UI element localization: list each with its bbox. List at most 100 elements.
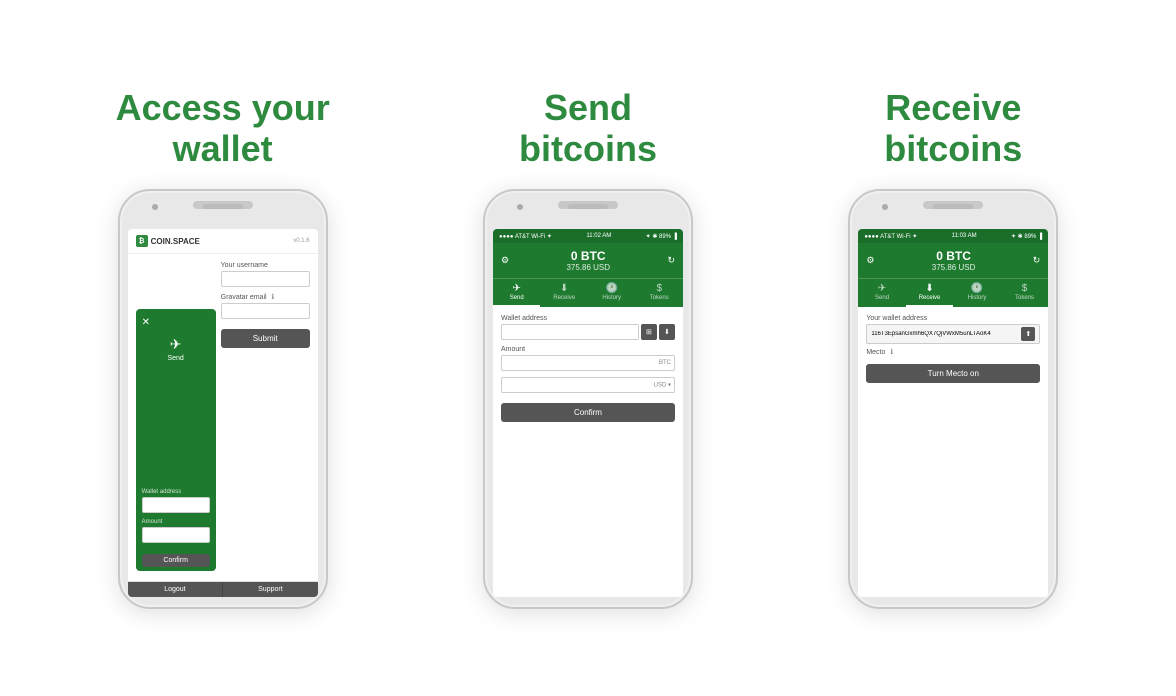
sidebar-amount-input[interactable]	[142, 527, 210, 543]
sidebar-wallet-input[interactable]	[142, 497, 210, 513]
p3-battery-text: ✦ ✱ 89% ▐	[1011, 233, 1042, 240]
paste-address-button[interactable]: ⬇	[659, 324, 675, 340]
history-tab-icon: 🕐	[606, 283, 618, 294]
send-tab-icon: ✈	[513, 283, 521, 294]
phone1-app-content: Your username Gravatar email ℹ Submit	[213, 254, 318, 581]
section-title-receive: Receive bitcoins	[884, 87, 1022, 170]
phone-receive: ●●●● AT&T Wi-Fi ✦ 11:03 AM ✦ ✱ 89% ▐ ⚙ 0…	[848, 189, 1058, 609]
mecto-label: Mecto ℹ	[866, 348, 1040, 356]
coin-logo-icon: ₿	[136, 235, 148, 247]
wallet-address-display: 116T3EpsanGxmh6QX7QjVWxM5unLTAoK4 ⬆	[866, 324, 1040, 344]
receive-tab-icon: ⬇	[560, 283, 568, 294]
p3-tab-tokens[interactable]: $ Tokens	[1001, 279, 1049, 307]
p3-settings-icon[interactable]: ⚙	[866, 255, 874, 266]
usd-amount-input[interactable]	[501, 377, 675, 393]
p3-tokens-tab-icon: $	[1022, 283, 1028, 294]
p3-tab-history[interactable]: 🕐 History	[953, 279, 1001, 307]
sidebar-send-item[interactable]: ✈ Send	[167, 336, 183, 362]
confirm-button[interactable]: Confirm	[501, 403, 675, 422]
page-wrapper: Access your wallet ₿ COIN.SPACE v0.1.6	[0, 0, 1176, 696]
coin-logo-text: COIN.SPACE	[151, 237, 200, 246]
usd-label: USD ▾	[654, 382, 671, 389]
submit-button[interactable]: Submit	[221, 329, 310, 348]
send-nav-icon: ✈	[170, 336, 182, 353]
p3-receive-tab-icon: ⬇	[925, 283, 933, 294]
gravatar-label: Gravatar email ℹ	[221, 293, 310, 301]
p3-time-text: 11:03 AM	[952, 233, 977, 239]
phone1-bottom-bar: Logout Support	[128, 581, 318, 597]
sidebar-panel: ✕ ✈ Send Wallet address Amount Conf	[136, 309, 216, 571]
p3-send-tab-icon: ✈	[878, 283, 886, 294]
phone-inner-receive: ●●●● AT&T Wi-Fi ✦ 11:03 AM ✦ ✱ 89% ▐ ⚙ 0…	[858, 229, 1048, 597]
phone-send: ●●●● AT&T Wi-Fi ✦ 11:02 AM ✦ ✱ 89% ▐ ⚙ 0…	[483, 189, 693, 609]
tab-history[interactable]: 🕐 History	[588, 279, 636, 307]
battery-text: ✦ ✱ 89% ▐	[646, 233, 677, 240]
p3-balance-btc: 0 BTC	[874, 249, 1032, 263]
phone1-header: ₿ COIN.SPACE v0.1.6	[128, 229, 318, 254]
tab-receive[interactable]: ⬇ Receive	[540, 279, 588, 307]
your-wallet-label: Your wallet address	[866, 315, 1040, 322]
p3-balance-usd: 375.86 USD	[874, 263, 1032, 272]
phone2-speaker	[568, 204, 608, 209]
coin-logo: ₿ COIN.SPACE	[136, 235, 200, 247]
receive-tab-label: Receive	[553, 295, 575, 301]
btc-amount-row: BTC	[501, 355, 675, 371]
qr-scan-button[interactable]: ⊞	[641, 324, 657, 340]
section-title-send: Send bitcoins	[519, 87, 657, 170]
settings-icon[interactable]: ⚙	[501, 255, 509, 266]
phone-wallet: ₿ COIN.SPACE v0.1.6 Your username Gravat…	[118, 189, 328, 609]
phone3-nav-tabs: ✈ Send ⬇ Receive 🕐 History $ Tokens	[858, 278, 1048, 307]
phone3-status-bar: ●●●● AT&T Wi-Fi ✦ 11:03 AM ✦ ✱ 89% ▐	[858, 229, 1048, 243]
section-send: Send bitcoins ●●●● AT&T Wi-Fi ✦ 11:02 AM…	[428, 87, 748, 610]
username-input[interactable]	[221, 271, 310, 287]
carrier-text: ●●●● AT&T Wi-Fi ✦	[499, 233, 552, 240]
sidebar-close-icon[interactable]: ✕	[136, 317, 150, 328]
usd-amount-row: USD ▾	[501, 377, 675, 393]
wallet-address-label-p2: Wallet address	[501, 315, 675, 322]
balance-btc: 0 BTC	[509, 249, 667, 263]
phone-speaker	[203, 204, 243, 209]
version-text: v0.1.6	[293, 238, 309, 244]
support-button[interactable]: Support	[223, 582, 318, 597]
phone2-app-content: Wallet address ⊞ ⬇ Amount BTC USD ▾	[493, 307, 683, 597]
mecto-help-icon: ℹ	[890, 349, 893, 356]
section-wallet: Access your wallet ₿ COIN.SPACE v0.1.6	[63, 87, 383, 610]
send-tab-label: Send	[510, 295, 524, 301]
phone2-status-bar: ●●●● AT&T Wi-Fi ✦ 11:02 AM ✦ ✱ 89% ▐	[493, 229, 683, 243]
phone2-nav-tabs: ✈ Send ⬇ Receive 🕐 History $ Tokens	[493, 278, 683, 307]
wallet-address-value: 116T3EpsanGxmh6QX7QjVWxM5unLTAoK4	[871, 331, 1019, 337]
p3-receive-tab-label: Receive	[919, 295, 941, 301]
wallet-address-row: ⊞ ⬇	[501, 324, 675, 340]
refresh-icon[interactable]: ↻	[667, 255, 675, 266]
wallet-address-input[interactable]	[501, 324, 639, 340]
amount-label-p2: Amount	[501, 346, 675, 353]
p3-tab-send[interactable]: ✈ Send	[858, 279, 906, 307]
tokens-tab-icon: $	[656, 283, 662, 294]
p3-balance-display: 0 BTC 375.86 USD	[874, 249, 1032, 272]
section-title-wallet: Access your wallet	[116, 87, 330, 170]
p3-history-tab-label: History	[968, 295, 987, 301]
phone3-speaker	[933, 204, 973, 209]
phone-inner-send: ●●●● AT&T Wi-Fi ✦ 11:02 AM ✦ ✱ 89% ▐ ⚙ 0…	[493, 229, 683, 597]
p3-send-tab-label: Send	[875, 295, 889, 301]
phone-inner-wallet: ₿ COIN.SPACE v0.1.6 Your username Gravat…	[128, 229, 318, 597]
logout-button[interactable]: Logout	[128, 582, 224, 597]
phone3-app-header: ⚙ 0 BTC 375.86 USD ↻	[858, 243, 1048, 278]
tab-tokens[interactable]: $ Tokens	[635, 279, 683, 307]
section-receive: Receive bitcoins ●●●● AT&T Wi-Fi ✦ 11:03…	[793, 87, 1113, 610]
turn-mecto-button[interactable]: Turn Mecto on	[866, 364, 1040, 383]
sidebar-confirm-button[interactable]: Confirm	[142, 554, 210, 567]
copy-address-button[interactable]: ⬆	[1021, 327, 1035, 341]
btc-label: BTC	[659, 360, 671, 366]
sidebar-amount-label: Amount	[142, 519, 210, 525]
gravatar-help-icon: ℹ	[272, 294, 275, 301]
balance-display: 0 BTC 375.86 USD	[509, 249, 667, 272]
p3-tab-receive[interactable]: ⬇ Receive	[906, 279, 954, 307]
phone2-app-header: ⚙ 0 BTC 375.86 USD ↻	[493, 243, 683, 278]
btc-amount-input[interactable]	[501, 355, 675, 371]
sidebar-wallet-label: Wallet address	[142, 489, 210, 495]
phone3-app-content: Your wallet address 116T3EpsanGxmh6QX7Qj…	[858, 307, 1048, 597]
tab-send[interactable]: ✈ Send	[493, 279, 541, 307]
gravatar-input[interactable]	[221, 303, 310, 319]
p3-refresh-icon[interactable]: ↻	[1033, 255, 1041, 266]
